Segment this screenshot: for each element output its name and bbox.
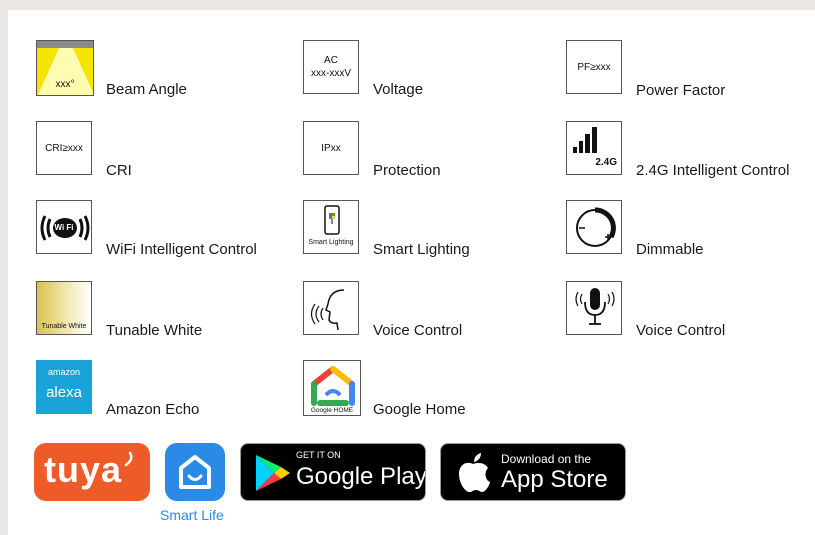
feature-label: Google Home (373, 401, 466, 418)
feature-label: WiFi Intelligent Control (106, 241, 257, 258)
beam-angle-icon: xxx° (36, 40, 94, 96)
feature-panel: xxx° Beam Angle AC xxx-xxxV Voltage PF≥x… (8, 10, 815, 535)
feature-label: Voice Control (373, 322, 463, 339)
microphone-icon (566, 281, 622, 335)
cri-icon: CRI≥xxx (36, 121, 92, 175)
feature-label: Voltage (373, 81, 424, 98)
power-factor-icon: PF≥xxx (566, 40, 622, 94)
feature-label: Tunable White (106, 322, 203, 339)
feature-label: Amazon Echo (106, 401, 200, 418)
feature-label: CRI (106, 162, 132, 179)
feature-label: 2.4G Intelligent Control (636, 162, 790, 179)
feature-label: Power Factor (636, 82, 726, 99)
signal-bars-icon: 2.4G (566, 121, 622, 175)
google-play-icon (256, 455, 290, 491)
smart-life-badge[interactable] (165, 443, 225, 501)
smart-life-label: Smart Life (160, 507, 224, 523)
tuya-badge[interactable]: tuya (34, 443, 150, 501)
tuya-logo: tuya (44, 449, 123, 490)
dimmer-knob-icon (566, 200, 622, 254)
google-home-icon: Google HOME (303, 360, 361, 416)
feature-label: Smart Lighting (373, 241, 470, 258)
apple-icon (459, 453, 490, 493)
speaking-head-icon (303, 281, 359, 335)
feature-label: Voice Control (636, 322, 726, 339)
feature-label: Beam Angle (106, 81, 187, 98)
smart-life-home-icon (179, 455, 211, 489)
alexa-icon: amazon alexa (36, 360, 92, 414)
feature-label: Dimmable (636, 241, 704, 258)
tunable-white-icon: Tunable White (36, 281, 92, 335)
google-play-badge[interactable]: GET IT ON Google Play (240, 443, 426, 501)
voltage-icon: AC xxx-xxxV (303, 40, 359, 94)
tuya-signal-icon (124, 451, 133, 467)
app-store-badge[interactable]: Download on the App Store (440, 443, 626, 501)
wifi-icon: Wi Fi (36, 200, 92, 254)
protection-icon: IPxx (303, 121, 359, 175)
smartphone-icon: Smart Lighting (303, 200, 359, 254)
feature-label: Protection (373, 162, 441, 179)
